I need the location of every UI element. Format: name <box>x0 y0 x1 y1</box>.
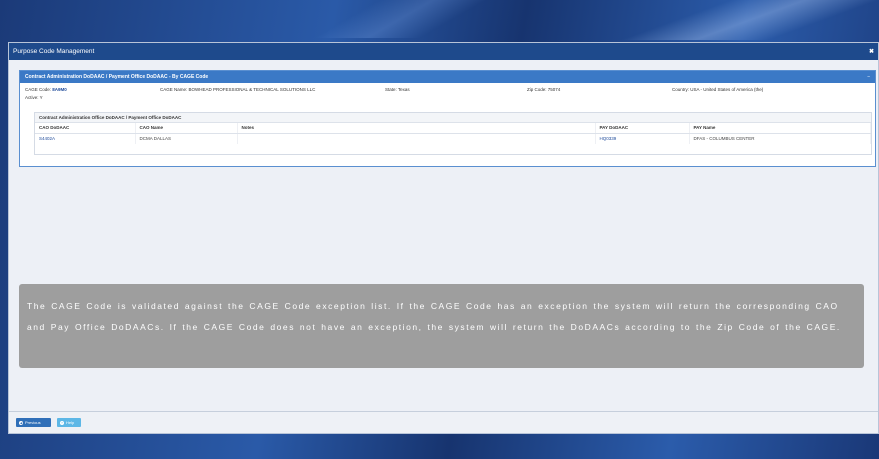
previous-button[interactable]: ◀ Previous <box>16 418 51 427</box>
purpose-code-window: Purpose Code Management ✖ Contract Admin… <box>8 42 879 434</box>
background-streak <box>300 0 500 38</box>
cage-code-label: CAGE Code: <box>25 87 52 92</box>
collapse-icon[interactable]: – <box>867 74 870 80</box>
panel-title: Contract Administration DoDAAC / Payment… <box>25 74 209 80</box>
previous-label: Previous <box>25 420 41 425</box>
cage-code-info: CAGE Code: 8A9M0 <box>25 87 67 92</box>
col-notes[interactable]: Notes <box>237 123 596 134</box>
cage-code-value: 8A9M0 <box>52 87 67 92</box>
cage-code-panel: Contract Administration DoDAAC / Payment… <box>19 70 876 167</box>
arrow-left-icon: ◀ <box>19 420 23 425</box>
help-button[interactable]: ? Help <box>57 418 81 427</box>
table-row[interactable]: S4402A DCMA DALLAS HQ0339 DFAS - COLUMBU… <box>35 133 871 144</box>
col-cao-dodaac[interactable]: CAO DoDAAC <box>35 123 136 134</box>
table-title: Contract Administration Office DoDAAC / … <box>35 113 871 123</box>
dodaac-table: CAO DoDAAC CAO Name Notes PAY DoDAAC PAY… <box>35 123 871 144</box>
cao-name-cell: DCMA DALLAS <box>135 133 238 144</box>
zip-code: Zip Code: 75074 <box>527 87 561 92</box>
panel-header: Contract Administration DoDAAC / Payment… <box>20 71 875 83</box>
country: Country: USA - United States of America … <box>672 87 764 92</box>
explanation-text: The CAGE Code is validated against the C… <box>27 301 841 332</box>
background-streak <box>620 0 879 40</box>
footer-bar: ◀ Previous ? Help <box>9 411 878 433</box>
question-icon: ? <box>60 420 64 425</box>
window-titlebar: Purpose Code Management ✖ <box>9 43 878 60</box>
col-pay-dodaac[interactable]: PAY DoDAAC <box>595 123 690 134</box>
col-pay-name[interactable]: PAY Name <box>689 123 871 134</box>
notes-cell <box>237 133 596 144</box>
table-header-row: CAO DoDAAC CAO Name Notes PAY DoDAAC PAY… <box>35 123 871 134</box>
active-status: Active: Y <box>25 95 43 100</box>
cage-name: CAGE Name: BOWHEAD PROFESSIONAL & TECHNI… <box>160 87 316 92</box>
pay-dodaac-cell[interactable]: HQ0339 <box>595 133 690 144</box>
close-icon[interactable]: ✖ <box>869 48 874 55</box>
cage-info-row: CAGE Code: 8A9M0 CAGE Name: BOWHEAD PROF… <box>20 83 875 94</box>
col-cao-name[interactable]: CAO Name <box>135 123 238 134</box>
explanation-overlay: The CAGE Code is validated against the C… <box>19 284 864 368</box>
state: State: Texas <box>385 87 410 92</box>
help-label: Help <box>66 420 75 425</box>
dodaac-table-section: Contract Administration Office DoDAAC / … <box>34 112 872 155</box>
cao-dodaac-cell[interactable]: S4402A <box>35 133 136 144</box>
window-title: Purpose Code Management <box>13 48 95 55</box>
pay-name-cell: DFAS - COLUMBUS CENTER <box>689 133 871 144</box>
